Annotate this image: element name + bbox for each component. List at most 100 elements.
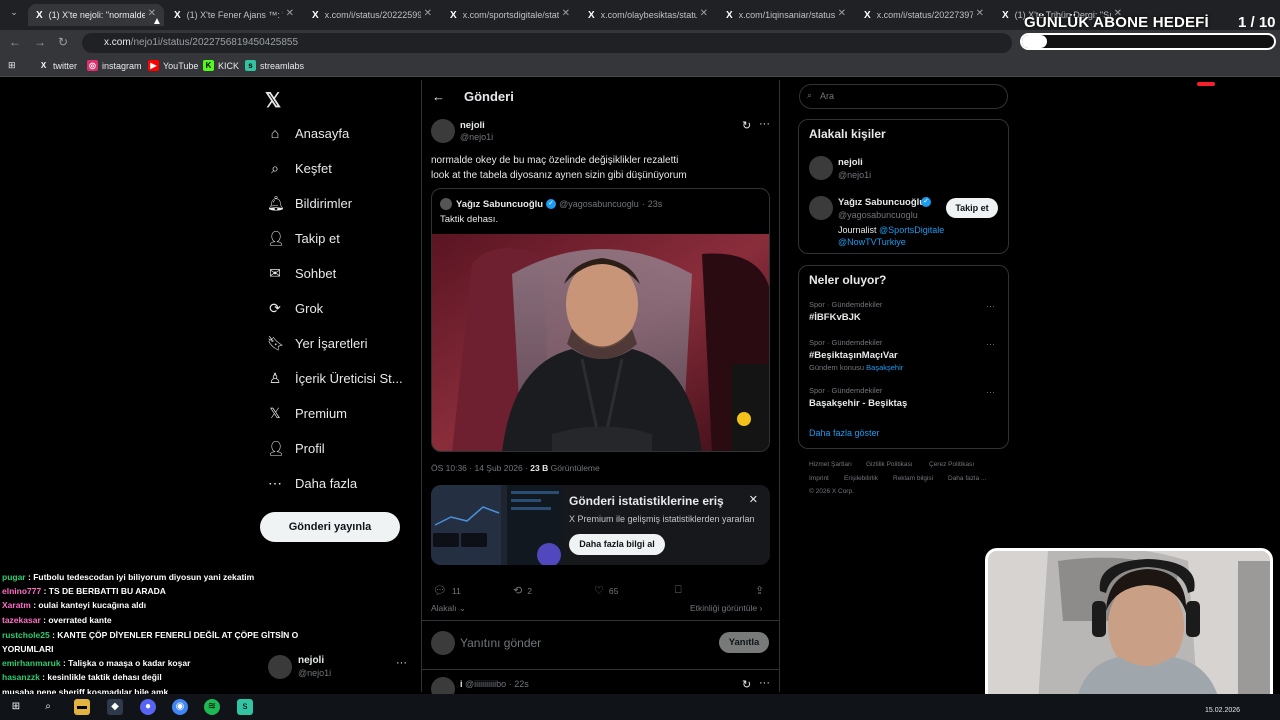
close-tab-icon[interactable]: ✕ (562, 8, 570, 19)
nav-item-follow[interactable]: 👤︎ Takip et (267, 226, 340, 250)
chat-message: elnino777 : TS DE BERBATTI BU ARADA (2, 586, 166, 597)
reply-input[interactable]: Yanıtını gönder (460, 636, 541, 650)
grok-icon[interactable]: ↻ (742, 678, 751, 691)
footer-link[interactable]: Daha fazla ... (948, 475, 986, 482)
bio-link[interactable]: @SportsDigitale (879, 225, 944, 235)
spotify-icon[interactable]: ≋ (204, 699, 220, 715)
like-button[interactable]: ♡ 65 (594, 584, 618, 597)
show-more-link[interactable]: Daha fazla göster (809, 428, 880, 438)
post-timestamp[interactable]: ÖS 10:36 · 14 Şub 2026 · (431, 463, 528, 473)
reply-submit-button[interactable]: Yanıtla (719, 632, 769, 653)
close-icon[interactable]: ✕ (749, 493, 758, 506)
more-icon[interactable]: ··· (986, 339, 995, 349)
person-name[interactable]: Yağız Sabuncuoğlu (838, 197, 925, 208)
more-icon[interactable]: ··· (986, 387, 995, 397)
person-handle[interactable]: @yagosabuncuoglu (838, 210, 918, 220)
discord-icon[interactable]: ● (140, 699, 156, 715)
quoted-photo[interactable] (432, 234, 769, 451)
footer-link[interactable]: Hizmet Şartları (809, 461, 852, 468)
nav-item-home[interactable]: ⌂ Anasayfa (267, 121, 349, 145)
bookmark-youtube[interactable]: ▶ YouTube (148, 60, 198, 71)
share-button[interactable]: ⇪ (755, 584, 769, 597)
nav-item-notifications[interactable]: 🔔︎ Bildirimler (267, 191, 352, 215)
repost-button[interactable]: ⟲ 2 (513, 584, 532, 597)
bookmark-streamlabs[interactable]: s streamlabs (245, 60, 304, 71)
x-logo-icon[interactable]: 𝕏 (265, 88, 281, 113)
bookmark-button[interactable]: ⎕ (675, 584, 687, 597)
browser-tab[interactable]: X (1) X'te Fener Ajans ™: "D ✕ (166, 4, 302, 26)
reload-icon[interactable]: ↻ (58, 35, 68, 49)
nav-item-chat[interactable]: ✉︎ Sohbet (267, 261, 336, 285)
browser-tab[interactable]: Xx.com/sportsdigitale/statu ✕ (442, 4, 578, 26)
more-icon[interactable]: ··· (759, 677, 770, 689)
chrome-icon[interactable]: ◉ (172, 699, 188, 715)
footer-link[interactable]: Erişilebilirlik (844, 475, 878, 482)
file-explorer-icon[interactable]: ▬ (74, 699, 90, 715)
bookmark-kick[interactable]: K KICK (203, 60, 239, 71)
footer-link[interactable]: Reklam bilgisi (893, 475, 933, 482)
apps-icon[interactable]: ⊞ (8, 60, 16, 71)
app-icon[interactable]: ◆ (107, 699, 123, 715)
browser-tab[interactable]: Xx.com/1iqinsaniar/status/✕ (718, 4, 854, 26)
trend-name: #İBFKvBJK (809, 312, 861, 323)
close-tab-icon[interactable]: ✕ (286, 8, 294, 19)
next-reply-name[interactable]: i (460, 679, 463, 689)
quoted-post[interactable]: Yağız Sabuncuoğlu ✓ @yagosabuncuoglu · 2… (431, 188, 770, 452)
bio-link[interactable]: @NowTVTurkiye (838, 237, 906, 247)
url-path: /nejo1i/status/2022756819450425855 (130, 37, 299, 48)
author-name[interactable]: nejoli (460, 120, 485, 131)
more-icon[interactable]: ··· (396, 657, 407, 669)
footer-link[interactable]: Çerez Politikası (929, 461, 974, 468)
back-icon[interactable]: ← (9, 35, 21, 49)
avatar[interactable] (809, 196, 833, 220)
nav-item-creator-studio[interactable]: ♙ İçerik Üreticisi St... (267, 366, 403, 390)
trend-context-link[interactable]: Başakşehir (866, 363, 903, 372)
close-tab-icon[interactable]: ✕ (976, 8, 984, 19)
browser-tab[interactable]: Xx.com/olaybesiktas/statu ✕ (580, 4, 716, 26)
explore-icon: ⌕ (271, 159, 279, 176)
view-activity-link[interactable]: Etkinliği görüntüle › (690, 603, 762, 613)
nav-item-more[interactable]: ⋯ Daha fazla (267, 471, 357, 495)
bookmark-instagram[interactable]: ◎ instagram (87, 60, 142, 71)
person-name[interactable]: nejoli (838, 157, 863, 168)
tab-search-icon[interactable]: ⌄ (6, 7, 22, 23)
post-button[interactable]: Gönderi yayınla (260, 512, 400, 542)
person-handle[interactable]: @nejo1i (838, 170, 871, 180)
search-input[interactable]: ⌕ Ara (799, 84, 1008, 109)
close-tab-icon[interactable]: ✕ (424, 8, 432, 19)
nav-item-explore[interactable]: ⌕ Keşfet (267, 156, 332, 180)
forward-icon[interactable]: → (34, 35, 46, 49)
more-icon[interactable]: ··· (986, 301, 995, 311)
close-tab-icon[interactable]: ✕ (700, 8, 708, 19)
grok-icon[interactable]: ↻ (742, 119, 751, 132)
nav-item-profile[interactable]: 👤︎ Profil (267, 436, 325, 460)
back-arrow-icon[interactable]: ← (432, 89, 445, 104)
nav-item-grok[interactable]: ⟳ Grok (267, 296, 323, 320)
avatar[interactable] (431, 119, 455, 143)
sort-label: Alakalı (431, 603, 457, 613)
account-switcher[interactable]: nejoli @nejo1i ··· (268, 653, 408, 683)
follow-button[interactable]: Takip et (946, 198, 998, 218)
more-icon[interactable]: ··· (759, 118, 770, 130)
next-reply-handle[interactable]: @iiiiiiiiiiibo (465, 679, 506, 689)
footer-link[interactable]: Imprint (809, 475, 829, 482)
subscriber-goal-count: 1 / 10 (1238, 14, 1276, 31)
learn-more-button[interactable]: Daha fazla bilgi al (569, 534, 665, 555)
address-bar[interactable]: x.com/nejo1i/status/2022756819450425855 (82, 33, 1012, 53)
streamlabs-icon[interactable]: s (237, 699, 253, 715)
author-handle[interactable]: @nejo1i (460, 132, 493, 142)
nav-item-premium[interactable]: 𝕏 Premium (267, 401, 347, 425)
bookmark-twitter[interactable]: Xtwitter (38, 60, 77, 71)
reply-button[interactable]: 💬︎ 11 (433, 584, 461, 597)
search-icon[interactable]: ⌕ (40, 699, 56, 715)
browser-tab[interactable]: X (1) X'te nejoli: "normalde ✕ (28, 4, 164, 26)
avatar[interactable] (809, 156, 833, 180)
nav-item-bookmarks[interactable]: 🔖︎ Yer İşaretleri (267, 331, 368, 355)
windows-start-icon[interactable]: ⊞ (8, 699, 24, 715)
reply-sort-dropdown[interactable]: Alakalı ⌄ (431, 603, 466, 614)
footer-link[interactable]: Gizlilik Politikası (866, 461, 913, 468)
browser-tab[interactable]: Xx.com/i/status/20222599 ✕ (304, 4, 440, 26)
close-tab-icon[interactable]: ✕ (838, 8, 846, 19)
browser-tab[interactable]: Xx.com/i/status/20227397 ✕ (856, 4, 992, 26)
live-indicator (1197, 82, 1215, 86)
